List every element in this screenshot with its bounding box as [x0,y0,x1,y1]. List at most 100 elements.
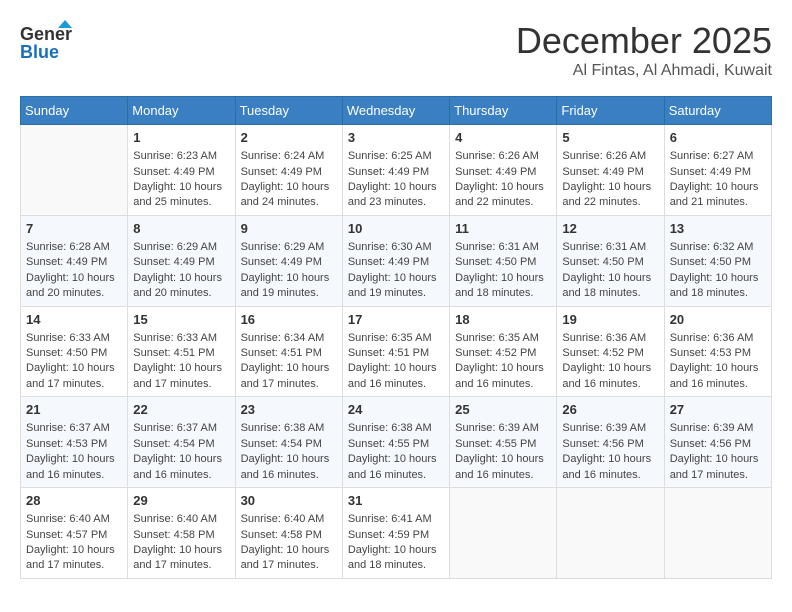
day-info: Sunrise: 6:33 AM Sunset: 4:50 PM Dayligh… [26,331,122,393]
day-number: 17 [348,311,444,329]
day-info: Sunrise: 6:36 AM Sunset: 4:53 PM Dayligh… [670,331,766,393]
day-number: 2 [241,129,337,147]
calendar-cell: 22 Sunrise: 6:37 AM Sunset: 4:54 PM Dayli… [128,397,235,488]
day-info: Sunrise: 6:23 AM Sunset: 4:49 PM Dayligh… [133,149,229,211]
day-number: 21 [26,401,122,419]
calendar-cell: 20 Sunrise: 6:36 AM Sunset: 4:53 PM Dayli… [664,306,771,397]
day-number: 24 [348,401,444,419]
day-number: 23 [241,401,337,419]
day-info: Sunrise: 6:31 AM Sunset: 4:50 PM Dayligh… [455,240,551,302]
day-number: 27 [670,401,766,419]
calendar-cell: 10Sunrise: 6:30 AM Sunset: 4:49 PM Dayli… [342,215,449,306]
calendar-cell: 17 Sunrise: 6:35 AM Sunset: 4:51 PM Dayli… [342,306,449,397]
logo-icon: General Blue [20,20,72,64]
day-info: Sunrise: 6:25 AM Sunset: 4:49 PM Dayligh… [348,149,444,211]
calendar-cell: 12Sunrise: 6:31 AM Sunset: 4:50 PM Dayli… [557,215,664,306]
day-header-wednesday: Wednesday [342,97,449,125]
calendar-cell: 30 Sunrise: 6:40 AM Sunset: 4:58 PM Dayli… [235,488,342,579]
day-info: Sunrise: 6:35 AM Sunset: 4:52 PM Dayligh… [455,331,551,393]
calendar-cell [557,488,664,579]
calendar-cell: 7 Sunrise: 6:28 AM Sunset: 4:49 PM Daylig… [21,215,128,306]
day-number: 13 [670,220,766,238]
day-info: Sunrise: 6:29 AM Sunset: 4:49 PM Dayligh… [241,240,337,302]
day-number: 31 [348,492,444,510]
calendar-cell: 11 Sunrise: 6:31 AM Sunset: 4:50 PM Dayli… [450,215,557,306]
calendar-cell: 3Sunrise: 6:25 AM Sunset: 4:49 PM Daylig… [342,125,449,216]
calendar-cell: 25 Sunrise: 6:39 AM Sunset: 4:55 PM Dayli… [450,397,557,488]
day-info: Sunrise: 6:24 AM Sunset: 4:49 PM Dayligh… [241,149,337,211]
day-number: 15 [133,311,229,329]
day-info: Sunrise: 6:27 AM Sunset: 4:49 PM Dayligh… [670,149,766,211]
day-info: Sunrise: 6:40 AM Sunset: 4:58 PM Dayligh… [241,512,337,574]
day-number: 14 [26,311,122,329]
calendar-cell [450,488,557,579]
day-info: Sunrise: 6:39 AM Sunset: 4:55 PM Dayligh… [455,421,551,483]
day-number: 16 [241,311,337,329]
calendar-week-1: 1Sunrise: 6:23 AM Sunset: 4:49 PM Daylig… [21,125,772,216]
day-info: Sunrise: 6:37 AM Sunset: 4:54 PM Dayligh… [133,421,229,483]
calendar-cell: 9 Sunrise: 6:29 AM Sunset: 4:49 PM Daylig… [235,215,342,306]
calendar-cell: 2 Sunrise: 6:24 AM Sunset: 4:49 PM Daylig… [235,125,342,216]
day-info: Sunrise: 6:38 AM Sunset: 4:55 PM Dayligh… [348,421,444,483]
calendar-cell: 26 Sunrise: 6:39 AM Sunset: 4:56 PM Dayli… [557,397,664,488]
calendar-cell: 27 Sunrise: 6:39 AM Sunset: 4:56 PM Dayli… [664,397,771,488]
calendar-cell: 23 Sunrise: 6:38 AM Sunset: 4:54 PM Dayli… [235,397,342,488]
day-number: 10 [348,220,444,238]
calendar-cell: 31 Sunrise: 6:41 AM Sunset: 4:59 PM Dayli… [342,488,449,579]
day-number: 4 [455,129,551,147]
day-info: Sunrise: 6:26 AM Sunset: 4:49 PM Dayligh… [562,149,658,211]
calendar-week-4: 21 Sunrise: 6:37 AM Sunset: 4:53 PM Dayli… [21,397,772,488]
calendar-cell: 6Sunrise: 6:27 AM Sunset: 4:49 PM Daylig… [664,125,771,216]
day-number: 18 [455,311,551,329]
calendar-cell: 21 Sunrise: 6:37 AM Sunset: 4:53 PM Dayli… [21,397,128,488]
calendar-week-5: 28 Sunrise: 6:40 AM Sunset: 4:57 PM Dayli… [21,488,772,579]
day-info: Sunrise: 6:31 AM Sunset: 4:50 PM Dayligh… [562,240,658,302]
day-header-friday: Friday [557,97,664,125]
calendar-cell: 4Sunrise: 6:26 AM Sunset: 4:49 PM Daylig… [450,125,557,216]
day-info: Sunrise: 6:37 AM Sunset: 4:53 PM Dayligh… [26,421,122,483]
day-info: Sunrise: 6:39 AM Sunset: 4:56 PM Dayligh… [670,421,766,483]
calendar-cell: 16 Sunrise: 6:34 AM Sunset: 4:51 PM Dayli… [235,306,342,397]
day-info: Sunrise: 6:41 AM Sunset: 4:59 PM Dayligh… [348,512,444,574]
calendar-cell: 28 Sunrise: 6:40 AM Sunset: 4:57 PM Dayli… [21,488,128,579]
calendar-week-2: 7 Sunrise: 6:28 AM Sunset: 4:49 PM Daylig… [21,215,772,306]
day-number: 11 [455,220,551,238]
day-info: Sunrise: 6:28 AM Sunset: 4:49 PM Dayligh… [26,240,122,302]
day-header-sunday: Sunday [21,97,128,125]
day-info: Sunrise: 6:33 AM Sunset: 4:51 PM Dayligh… [133,331,229,393]
day-number: 5 [562,129,658,147]
day-info: Sunrise: 6:40 AM Sunset: 4:57 PM Dayligh… [26,512,122,574]
day-number: 7 [26,220,122,238]
calendar-cell: 1Sunrise: 6:23 AM Sunset: 4:49 PM Daylig… [128,125,235,216]
day-number: 9 [241,220,337,238]
calendar-cell: 14 Sunrise: 6:33 AM Sunset: 4:50 PM Dayli… [21,306,128,397]
day-number: 20 [670,311,766,329]
calendar-cell: 24 Sunrise: 6:38 AM Sunset: 4:55 PM Dayli… [342,397,449,488]
calendar-cell [21,125,128,216]
calendar-cell: 5 Sunrise: 6:26 AM Sunset: 4:49 PM Daylig… [557,125,664,216]
day-header-tuesday: Tuesday [235,97,342,125]
calendar-cell [664,488,771,579]
calendar-cell: 19 Sunrise: 6:36 AM Sunset: 4:52 PM Dayli… [557,306,664,397]
day-info: Sunrise: 6:29 AM Sunset: 4:49 PM Dayligh… [133,240,229,302]
day-header-saturday: Saturday [664,97,771,125]
title-block: December 2025 Al Fintas, Al Ahmadi, Kuwa… [516,20,772,80]
day-number: 30 [241,492,337,510]
calendar-cell: 15 Sunrise: 6:33 AM Sunset: 4:51 PM Dayli… [128,306,235,397]
calendar-table: SundayMondayTuesdayWednesdayThursdayFrid… [20,96,772,579]
day-info: Sunrise: 6:34 AM Sunset: 4:51 PM Dayligh… [241,331,337,393]
page-header: General Blue December 2025 Al Fintas, Al… [20,20,772,80]
calendar-cell: 8 Sunrise: 6:29 AM Sunset: 4:49 PM Daylig… [128,215,235,306]
day-number: 28 [26,492,122,510]
day-info: Sunrise: 6:36 AM Sunset: 4:52 PM Dayligh… [562,331,658,393]
day-number: 26 [562,401,658,419]
day-number: 8 [133,220,229,238]
day-info: Sunrise: 6:39 AM Sunset: 4:56 PM Dayligh… [562,421,658,483]
day-number: 25 [455,401,551,419]
day-info: Sunrise: 6:35 AM Sunset: 4:51 PM Dayligh… [348,331,444,393]
day-number: 19 [562,311,658,329]
svg-text:Blue: Blue [20,42,59,62]
day-number: 22 [133,401,229,419]
day-header-thursday: Thursday [450,97,557,125]
day-info: Sunrise: 6:38 AM Sunset: 4:54 PM Dayligh… [241,421,337,483]
